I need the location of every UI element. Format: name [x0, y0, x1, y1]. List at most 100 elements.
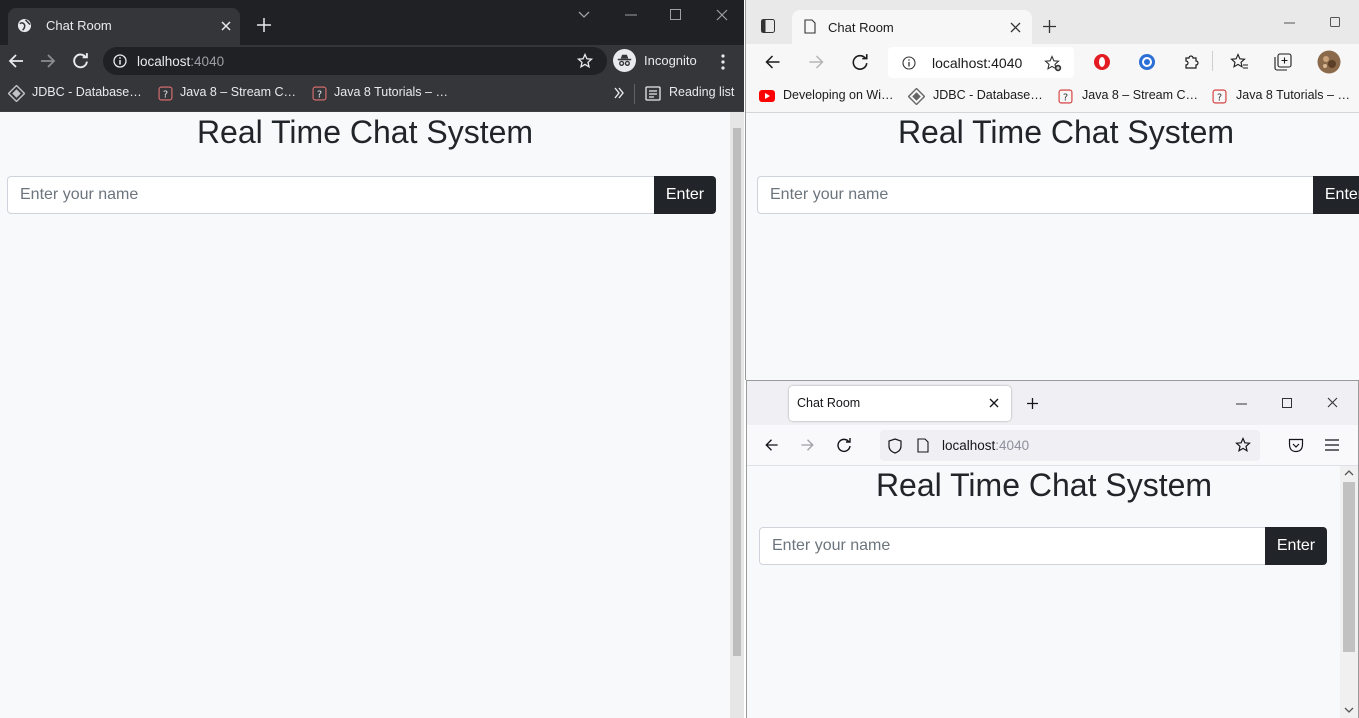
edge-toolbar: localhost:4040 — [746, 44, 1359, 80]
new-tab-icon[interactable] — [1042, 19, 1057, 34]
bookmark-star-icon[interactable] — [1235, 437, 1251, 453]
svg-text:?: ? — [163, 89, 168, 100]
scrollbar[interactable] — [1340, 466, 1358, 718]
close-tab-icon[interactable] — [220, 20, 232, 32]
favorites-bar: Developing on Win... JDBC - Database C..… — [746, 80, 1359, 113]
favorite-item[interactable]: Java 8 Tutorials – M... — [1236, 88, 1354, 102]
enter-button[interactable]: Enter — [1313, 176, 1359, 214]
url-text: localhost:4040 — [137, 54, 224, 69]
maximize-icon[interactable] — [670, 9, 681, 20]
bookmarks-divider — [634, 84, 635, 104]
chrome-toolbar: localhost:4040 Incognito — [0, 45, 744, 78]
info-icon[interactable] — [113, 54, 127, 68]
firefox-window: Chat Room localhost:4040 Real Time Chat … — [746, 380, 1359, 718]
reload-icon[interactable] — [836, 437, 852, 453]
name-input[interactable]: Enter your name — [757, 176, 1314, 214]
address-bar[interactable]: localhost:4040 — [880, 430, 1260, 461]
enter-button[interactable]: Enter — [654, 176, 716, 214]
back-icon[interactable] — [8, 53, 24, 69]
page-icon[interactable] — [917, 438, 929, 453]
reload-icon[interactable] — [851, 53, 869, 71]
shield-icon[interactable] — [888, 438, 902, 454]
missing-favicon-icon: ? — [1058, 89, 1073, 104]
enter-button[interactable]: Enter — [1265, 527, 1327, 565]
back-icon[interactable] — [764, 438, 779, 452]
new-tab-icon[interactable] — [256, 17, 272, 33]
globe-icon — [17, 18, 32, 33]
tab-title: Chat Room — [46, 18, 112, 33]
bookmark-star-icon[interactable] — [577, 53, 593, 69]
more-menu-icon[interactable] — [720, 54, 726, 70]
forward-icon[interactable] — [808, 54, 825, 70]
url-host: localhost — [137, 54, 191, 69]
svg-text:?: ? — [1217, 92, 1222, 103]
forward-icon[interactable] — [800, 438, 815, 452]
firefox-tab[interactable]: Chat Room — [789, 386, 1011, 421]
firefox-toolbar: localhost:4040 — [747, 425, 1358, 466]
scrollbar-thumb[interactable] — [733, 128, 741, 656]
scrollbar-thumb[interactable] — [1343, 482, 1355, 652]
incognito-label[interactable]: Incognito — [644, 53, 697, 68]
back-icon[interactable] — [764, 54, 781, 70]
url-port: :4040 — [995, 438, 1030, 453]
new-tab-icon[interactable] — [1026, 397, 1039, 410]
minimize-icon[interactable] — [1284, 22, 1295, 24]
page-title: Real Time Chat System — [196, 114, 534, 150]
hamburger-menu-icon[interactable] — [1325, 439, 1339, 451]
incognito-icon[interactable] — [613, 49, 636, 72]
minimize-icon[interactable] — [625, 14, 637, 16]
tab-actions-icon[interactable] — [761, 19, 775, 33]
close-tab-icon[interactable] — [1010, 22, 1021, 33]
url-text: localhost:4040 — [932, 55, 1023, 71]
maximize-icon[interactable] — [1282, 398, 1292, 408]
address-bar[interactable]: localhost:4040 — [888, 47, 1074, 78]
toolbar-divider — [1212, 51, 1213, 71]
missing-favicon-icon: ? — [312, 86, 327, 101]
window-close-icon[interactable] — [1327, 397, 1338, 408]
jdbc-favicon-icon — [8, 85, 25, 102]
name-input[interactable]: Enter your name — [759, 527, 1266, 565]
opera-extension-icon[interactable] — [1093, 53, 1111, 71]
chrome-tab-strip: Chat Room — [0, 0, 744, 45]
missing-favicon-icon: ? — [158, 86, 173, 101]
tab-search-icon[interactable] — [577, 10, 591, 20]
address-bar[interactable]: localhost:4040 — [103, 47, 607, 75]
bookmark-item[interactable]: Java 8 Tutorials – M... — [334, 85, 452, 99]
edge-tab-strip: Chat Room — [746, 0, 1359, 44]
chrome-tab[interactable]: Chat Room — [8, 8, 240, 45]
edge-tab[interactable]: Chat Room — [792, 10, 1032, 44]
firefox-page: Real Time Chat System Enter your name En… — [747, 466, 1358, 718]
url-port: :4040 — [190, 54, 225, 69]
bookmark-item[interactable]: JDBC - Database C... — [32, 85, 142, 99]
bookmark-item[interactable]: Java 8 – Stream Coll... — [180, 85, 298, 99]
scroll-down-icon[interactable] — [1344, 706, 1354, 714]
name-input[interactable]: Enter your name — [7, 176, 655, 214]
scrollbar[interactable] — [730, 112, 744, 718]
info-icon[interactable] — [902, 56, 916, 70]
chevron-overflow-icon[interactable] — [614, 87, 624, 99]
window-close-icon[interactable] — [716, 9, 728, 21]
add-favorite-icon[interactable] — [1044, 55, 1062, 72]
collections-icon[interactable] — [1274, 53, 1292, 71]
maximize-icon[interactable] — [1330, 17, 1340, 27]
favorite-item[interactable]: Java 8 – Stream Coll... — [1082, 88, 1200, 102]
svg-text:?: ? — [317, 89, 322, 100]
extension-icon[interactable] — [1138, 53, 1156, 71]
favorites-icon[interactable] — [1230, 53, 1249, 71]
missing-favicon-icon: ? — [1212, 89, 1227, 104]
reading-list-button[interactable]: Reading list — [669, 85, 734, 99]
scroll-up-icon[interactable] — [1344, 469, 1354, 477]
extensions-icon[interactable] — [1182, 53, 1200, 71]
url-text: localhost:4040 — [942, 438, 1029, 453]
pocket-icon[interactable] — [1288, 438, 1304, 453]
forward-icon[interactable] — [40, 53, 56, 69]
close-tab-icon[interactable] — [989, 398, 999, 408]
edge-window: Chat Room localhost:4040 Developing on W… — [745, 0, 1359, 380]
chrome-page: Real Time Chat System Enter your name En… — [0, 112, 744, 718]
favorite-item[interactable]: JDBC - Database C... — [933, 88, 1043, 102]
profile-avatar[interactable] — [1317, 50, 1341, 74]
reload-icon[interactable] — [72, 52, 89, 69]
favorite-item[interactable]: Developing on Win... — [783, 88, 895, 102]
youtube-icon — [759, 90, 775, 102]
minimize-icon[interactable] — [1236, 403, 1247, 405]
